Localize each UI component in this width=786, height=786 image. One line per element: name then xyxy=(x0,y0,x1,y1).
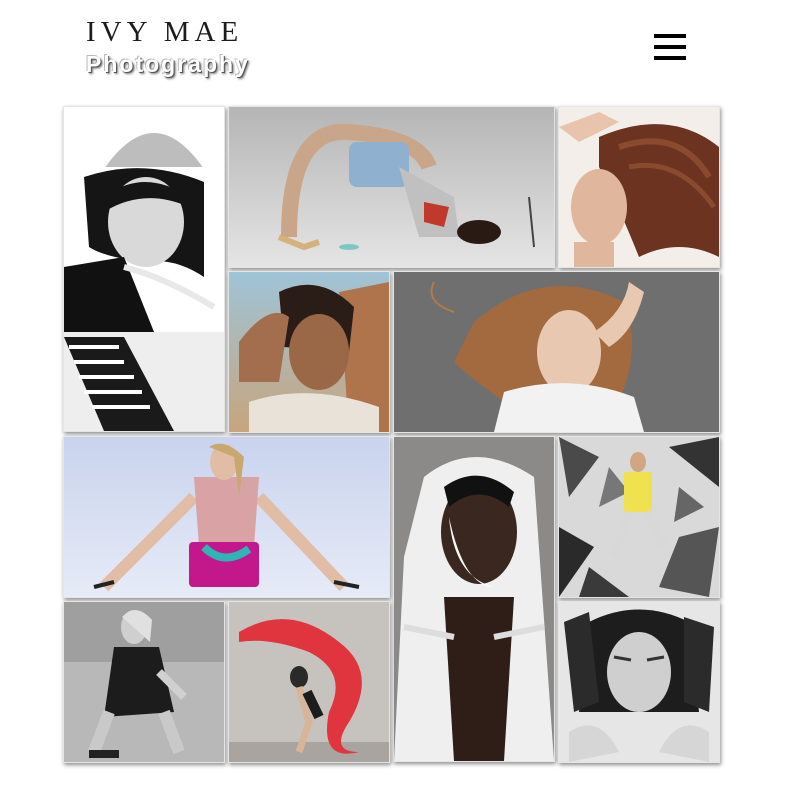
photo-image xyxy=(64,437,389,597)
photo-image xyxy=(229,272,389,432)
photo-image xyxy=(559,602,719,762)
gallery-photo-shattered-glass-jump[interactable] xyxy=(558,436,720,598)
photo-image xyxy=(559,437,719,597)
gallery-photo-crouching-bw-pose[interactable] xyxy=(63,601,225,763)
gallery-photo-mirror-portrait[interactable] xyxy=(558,601,720,763)
gallery-photo-windswept-hair-portrait[interactable] xyxy=(393,271,720,433)
gallery-photo-seated-handbag-pose[interactable] xyxy=(63,436,390,598)
photo-image xyxy=(229,107,554,267)
gallery-photo-red-fabric-dancer[interactable] xyxy=(228,601,390,763)
photo-image xyxy=(229,602,389,762)
photo-image xyxy=(394,437,554,761)
photo-gallery xyxy=(0,0,786,786)
photo-image xyxy=(64,602,224,762)
gallery-photo-backbend-pose[interactable] xyxy=(228,106,555,268)
photo-image xyxy=(394,272,719,432)
photo-image xyxy=(64,107,224,431)
gallery-photo-desert-portrait[interactable] xyxy=(228,271,390,433)
gallery-photo-bw-bob-portrait[interactable] xyxy=(63,106,225,432)
photo-image xyxy=(559,107,719,267)
gallery-photo-hooded-painted-face[interactable] xyxy=(393,436,555,762)
gallery-photo-long-hair-portrait[interactable] xyxy=(558,106,720,268)
